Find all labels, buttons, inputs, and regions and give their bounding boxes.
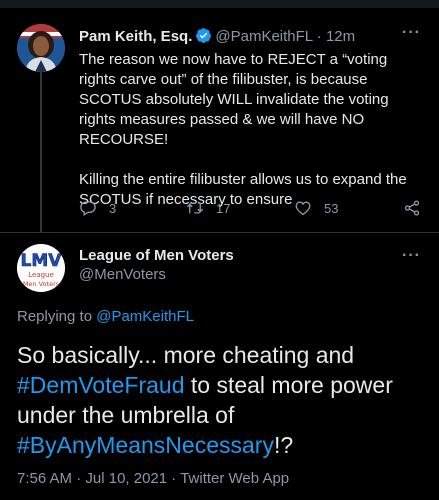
svg-text:Men Voters: Men Voters <box>23 280 60 288</box>
divider <box>0 232 439 233</box>
replying-to-line: Replying to @PamKeithFL <box>17 308 194 326</box>
tweet-paragraph: The reason we now have to REJECT a “voti… <box>79 51 389 148</box>
hashtag-link[interactable]: #ByAnyMeansNecessary <box>17 432 274 458</box>
profile-photo-icon <box>17 24 65 72</box>
author-name[interactable]: Pam Keith, Esq. <box>79 28 192 45</box>
tweet-text-part: So basically... more cheating and <box>17 342 355 368</box>
more-options-icon[interactable]: ··· <box>402 247 421 265</box>
replying-to-label: Replying to <box>17 308 93 325</box>
tweet-header: Pam Keith, Esq. @PamKeithFL · 12m <box>79 27 355 46</box>
reply-icon <box>80 201 96 216</box>
tweet-actions: 3 17 53 <box>79 199 424 219</box>
retweet-button[interactable]: 17 <box>186 199 230 217</box>
tweet-date[interactable]: Jul 10, 2021 <box>85 470 167 487</box>
like-count: 53 <box>324 200 339 216</box>
verified-badge-icon <box>196 28 212 43</box>
separator-dot: · <box>76 470 82 487</box>
author-handle[interactable]: @PamKeithFL <box>215 28 312 45</box>
separator-dot: · <box>316 28 322 45</box>
replying-to-handle[interactable]: @PamKeithFL <box>96 308 194 325</box>
parent-tweet[interactable]: Pam Keith, Esq. @PamKeithFL · 12m ··· The… <box>0 0 439 232</box>
author-handle[interactable]: @MenVoters <box>79 266 166 284</box>
tweet-source: Twitter Web App <box>180 470 290 487</box>
tweet-time[interactable]: 7:56 AM <box>17 470 72 487</box>
reply-count: 3 <box>109 200 117 216</box>
tweet-timestamp[interactable]: 12m <box>326 28 355 45</box>
svg-text:League: League <box>28 271 54 279</box>
author-name[interactable]: League of Men Voters <box>79 247 234 265</box>
avatar[interactable] <box>17 24 65 72</box>
svg-text:LMV: LMV <box>21 251 63 271</box>
hashtag-link[interactable]: #DemVoteFraud <box>17 372 184 398</box>
tweet-text: So basically... more cheating and #DemVo… <box>17 340 427 460</box>
tweet-text: The reason we now have to REJECT a “voti… <box>79 50 424 210</box>
like-button[interactable]: 53 <box>294 199 338 217</box>
share-icon <box>404 200 420 216</box>
more-options-icon[interactable]: ··· <box>402 24 421 42</box>
tweet-metadata: 7:56 AM · Jul 10, 2021 · Twitter Web App <box>17 470 289 488</box>
separator-dot: · <box>171 470 177 487</box>
thread-connector-line <box>40 68 42 232</box>
lmv-logo-icon: LMV League Men Voters <box>17 244 65 292</box>
retweet-icon <box>186 202 204 214</box>
reply-button[interactable]: 3 <box>79 199 116 217</box>
avatar[interactable]: LMV League Men Voters <box>17 244 65 292</box>
share-button[interactable] <box>403 199 433 217</box>
like-icon <box>295 201 311 216</box>
tweet-text-part: !? <box>273 432 294 458</box>
retweet-count: 17 <box>216 200 231 216</box>
